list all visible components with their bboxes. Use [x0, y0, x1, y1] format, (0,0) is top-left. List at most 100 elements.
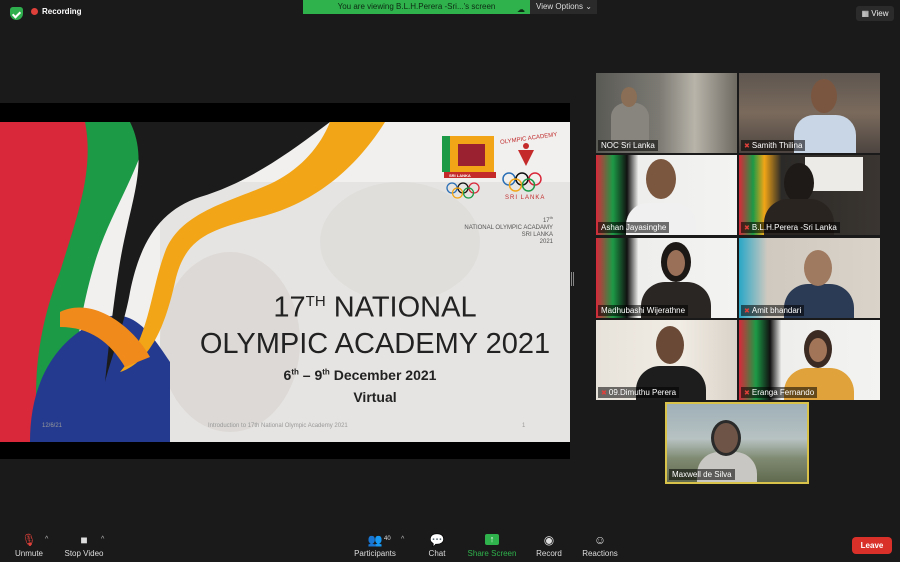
chat-button[interactable]: 💬 Chat — [426, 528, 448, 562]
slide-footer-text: Introduction to 17th National Olympic Ac… — [208, 423, 348, 429]
stop-video-label: Stop Video — [64, 549, 104, 558]
corner-label-number: 17 — [542, 218, 550, 224]
person-head — [784, 163, 814, 203]
participant-name-text: NOC Sri Lanka — [601, 141, 655, 150]
share-screen-label: Share Screen — [467, 549, 517, 558]
view-button[interactable]: ▦ View — [856, 6, 894, 21]
record-label: Record — [536, 549, 562, 558]
corner-label-line4: 2021 — [539, 239, 553, 245]
leave-button[interactable]: Leave — [852, 537, 892, 554]
participants-button[interactable]: 👥 Participants — [352, 528, 398, 562]
recording-indicator[interactable]: Recording — [31, 7, 82, 16]
viewing-banner: You are viewing B.L.H.Perera -Sri...'s s… — [303, 0, 530, 14]
mic-muted-icon: ✖ — [744, 142, 750, 150]
active-speaker-tile[interactable]: Maxwell de Silva — [665, 402, 809, 484]
participants-label: Participants — [354, 549, 396, 558]
date-start-sup: th — [291, 367, 299, 377]
cloud-icon: ☁ — [517, 5, 525, 14]
participant-name-text: Samith Thilina — [751, 141, 803, 150]
presentation-slide: SRI LANKA OLYMPIC ACADEMY SRI LANKA 17th… — [0, 122, 570, 442]
slide-footer-date: 12/6/21 — [42, 423, 63, 429]
slide-dates: 6th – 9th December 2021 — [230, 367, 490, 383]
participant-name-text: Ashan Jayasinghe — [601, 223, 667, 232]
video-options-chevron-icon[interactable]: ^ — [101, 536, 104, 543]
title-number: 17 — [273, 291, 306, 324]
participant-name: ✖ Eranga Fernando — [741, 387, 818, 398]
person-head — [656, 326, 684, 364]
participant-name: ✖ Samith Thilina — [741, 140, 806, 151]
olympic-academy-logo-sub: SRI LANKA — [505, 195, 546, 201]
reactions-label: Reactions — [582, 549, 618, 558]
corner-label-line3: SRI LANKA — [521, 232, 553, 238]
split-view-handle[interactable] — [571, 272, 574, 286]
participant-tile[interactable]: ✖ Samith Thilina — [739, 73, 880, 153]
chat-label: Chat — [428, 549, 446, 558]
participant-name-text: 09.Dimuthu Perera — [608, 388, 677, 397]
title-sup: TH — [305, 293, 326, 310]
participant-name: Madhubashi Wijerathne — [598, 305, 689, 316]
sri-lanka-logo-text: SRI LANKA — [449, 173, 471, 178]
meeting-toolbar: 🎙 Unmute ^ ■ Stop Video ^ 👥 Participants… — [0, 528, 900, 562]
slide-page-number: 1 — [522, 423, 526, 429]
participant-name: ✖ 09.Dimuthu Perera — [598, 387, 680, 398]
person-head — [621, 87, 637, 107]
reactions-button[interactable]: ☺ Reactions — [580, 528, 620, 562]
participant-tile[interactable]: ✖ B.L.H.Perera -Sri Lanka — [739, 155, 880, 235]
participant-name: ✖ Amit bhandari — [741, 305, 805, 316]
security-shield-icon[interactable] — [10, 7, 23, 20]
participant-name: Ashan Jayasinghe — [598, 222, 670, 233]
participant-name-text: B.L.H.Perera -Sri Lanka — [751, 223, 837, 232]
participant-name-text: Amit bhandari — [751, 306, 802, 315]
person-face — [809, 338, 827, 362]
viewing-text: You are viewing B.L.H.Perera -Sri...'s s… — [337, 2, 496, 11]
participant-tile[interactable]: ✖ Eranga Fernando — [739, 320, 880, 400]
participant-tile[interactable]: ✖ 09.Dimuthu Perera — [596, 320, 737, 400]
person-head — [804, 250, 832, 286]
corner-label-line2: NATIONAL OLYMPIC ACADAMY — [464, 225, 553, 231]
person-face — [667, 250, 685, 276]
video-camera-icon: ■ — [80, 533, 88, 547]
participant-tile[interactable]: NOC Sri Lanka — [596, 73, 737, 153]
participants-icon: 👥 — [367, 533, 383, 547]
record-dot-icon — [31, 8, 38, 15]
participant-name-text: Maxwell de Silva — [672, 470, 732, 479]
unmute-button[interactable]: 🎙 Unmute — [12, 528, 46, 562]
share-screen-icon: ↑ — [485, 534, 499, 545]
person-head — [646, 159, 676, 199]
participant-tile[interactable]: Ashan Jayasinghe — [596, 155, 737, 235]
participant-tile[interactable]: ✖ Amit bhandari — [739, 238, 880, 318]
participant-tile[interactable]: Madhubashi Wijerathne — [596, 238, 737, 318]
share-screen-button[interactable]: ↑ Share Screen — [466, 528, 518, 562]
stop-video-button[interactable]: ■ Stop Video — [62, 528, 106, 562]
date-rest: December 2021 — [329, 367, 437, 383]
unmute-label: Unmute — [14, 549, 43, 558]
person-head — [811, 79, 837, 113]
person-figure — [611, 103, 649, 145]
recording-label: Recording — [42, 7, 82, 16]
slide-virtual: Virtual — [353, 389, 397, 405]
slide-corner-label: 17th NATIONAL OLYMPIC ACADAMY SRI LANKA … — [440, 214, 553, 246]
view-options-button[interactable]: View Options ⌄ — [530, 0, 597, 14]
participants-count-badge: 40 — [384, 536, 391, 542]
participant-name: NOC Sri Lanka — [598, 140, 658, 151]
record-icon: ◉ — [543, 533, 555, 547]
participant-name: ✖ B.L.H.Perera -Sri Lanka — [741, 222, 840, 233]
slide-title: 17TH NATIONAL OLYMPIC ACADEMY 2021 — [180, 284, 570, 362]
participant-name-text: Madhubashi Wijerathne — [601, 306, 686, 315]
reactions-icon: ☺ — [593, 533, 607, 547]
participants-chevron-icon[interactable]: ^ — [401, 536, 404, 543]
corner-label-sup: th — [549, 215, 553, 220]
chat-icon: 💬 — [429, 533, 445, 547]
date-end-sup: th — [322, 367, 330, 377]
title-rest: NATIONAL — [325, 291, 477, 324]
title-line2: OLYMPIC ACADEMY 2021 — [199, 327, 551, 360]
participant-name-text: Eranga Fernando — [751, 388, 815, 397]
mic-muted-icon: ✖ — [601, 389, 607, 397]
shared-screen[interactable]: SRI LANKA OLYMPIC ACADEMY SRI LANKA 17th… — [0, 103, 570, 459]
audio-options-chevron-icon[interactable]: ^ — [45, 536, 48, 543]
zoom-meeting-window: Recording You are viewing B.L.H.Perera -… — [0, 0, 900, 562]
mic-muted-icon: 🎙 — [21, 533, 37, 547]
mic-muted-icon: ✖ — [744, 224, 750, 232]
date-mid: – 9 — [298, 367, 323, 383]
record-button[interactable]: ◉ Record — [534, 528, 564, 562]
